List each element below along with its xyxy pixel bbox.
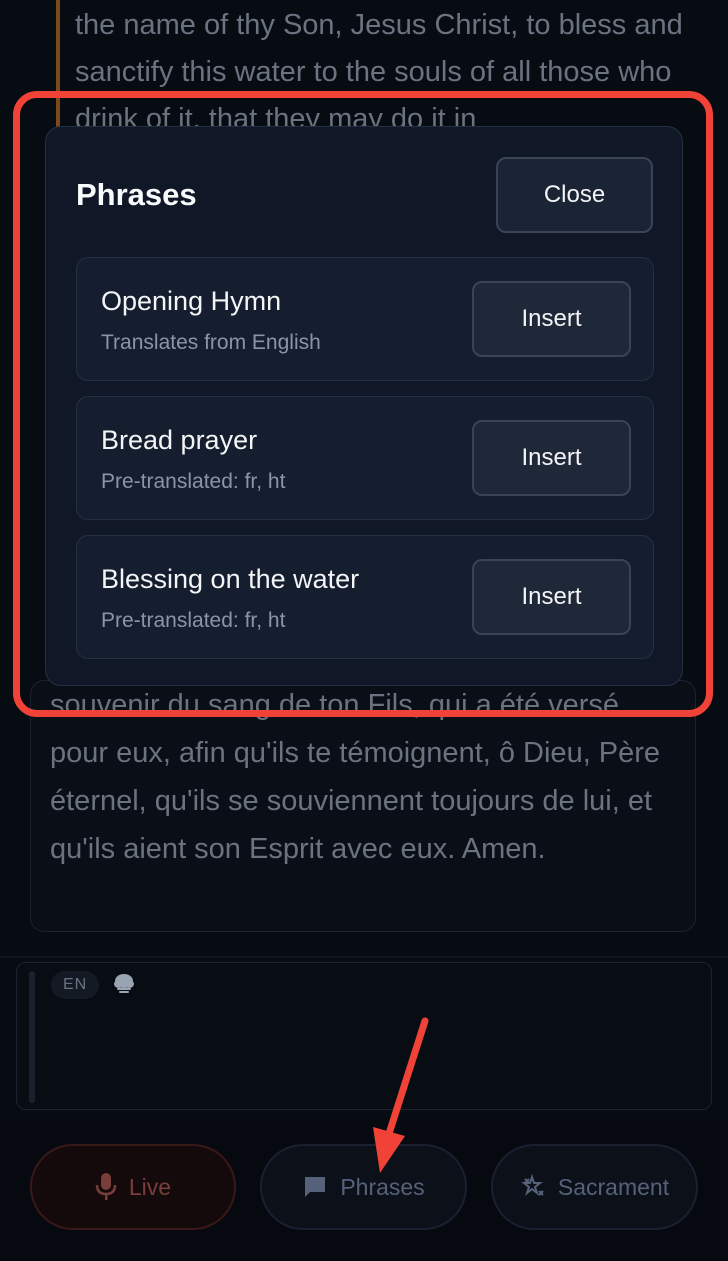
input-scrollbar[interactable] (29, 971, 35, 1103)
highlight-box (13, 91, 713, 717)
divider (0, 956, 728, 958)
chat-bubble-icon (302, 1174, 328, 1200)
transcript-french-card: souvenir du sang de ton Fils, qui a été … (30, 680, 696, 932)
annotation-arrow-icon (373, 1017, 429, 1173)
live-button[interactable]: Live (30, 1144, 236, 1230)
cloud-icon (111, 971, 137, 995)
sacrament-button[interactable]: Sacrament (491, 1144, 698, 1230)
sacrament-label: Sacrament (557, 1173, 670, 1200)
language-chip[interactable]: EN (51, 971, 100, 999)
sacrament-icon (520, 1174, 546, 1200)
live-label: Live (128, 1173, 172, 1200)
microphone-icon (95, 1172, 117, 1202)
